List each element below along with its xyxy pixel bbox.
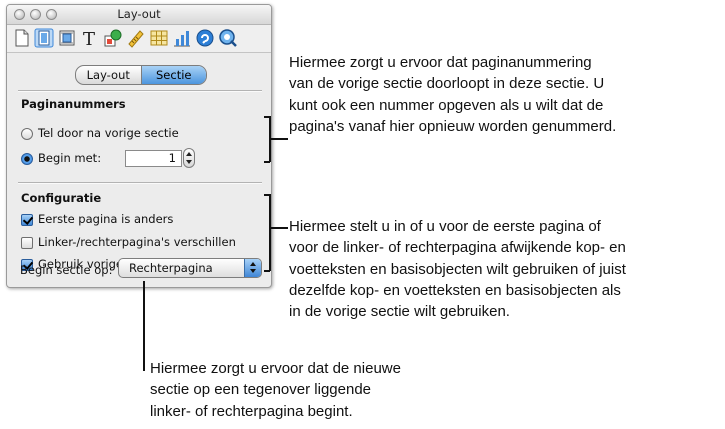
inspector-toolbar: T [7,25,271,53]
table-icon[interactable] [149,28,169,48]
wrap-icon[interactable] [57,28,77,48]
divider [18,182,262,184]
start-at-radio[interactable] [21,153,33,165]
inspector-tabs: Lay-out Sectie [75,65,207,85]
popup-arrows-icon [244,259,261,277]
continue-numbering-label: Tel door na vorige sectie [38,126,179,140]
section-start-value: Rechterpagina [129,261,213,275]
configuration-header: Configuratie [21,191,102,205]
section-start-callout: Hiermee zorgt u ervoor dat de nieuwe sec… [150,360,401,420]
left-right-different-checkbox[interactable] [21,237,33,249]
graphic-icon[interactable] [103,28,123,48]
bracket-line [264,270,270,272]
window-title: Lay-out [117,7,161,21]
page-numbering-callout: Hiermee zorgt u ervoor dat paginanummeri… [289,54,617,135]
svg-text:T: T [83,29,95,48]
stepper-down-icon[interactable] [186,160,192,164]
start-at-stepper[interactable] [183,148,195,168]
page-numbers-header: Paginanummers [21,97,126,111]
start-at-field[interactable]: 1 [125,150,182,167]
tab-section[interactable]: Sectie [140,66,206,84]
bracket-line [264,161,270,163]
callout-leader-line [270,227,288,229]
section-start-popup[interactable]: Rechterpagina [118,258,262,278]
configuration-callout: Hiermee stelt u in of u voor de eerste p… [289,218,626,321]
tab-layout[interactable]: Lay-out [76,66,141,84]
section-start-label: Begin sectie op: [20,263,113,277]
chart-icon[interactable] [172,28,192,48]
inspector-window: Lay-out T Lay-out Sectie Paginanummers T… [6,4,272,288]
first-page-different-label: Eerste pagina is anders [38,212,174,226]
callout-leader-line [270,138,288,140]
first-page-different-checkbox[interactable] [21,214,33,226]
title-bar: Lay-out [7,5,271,25]
continue-numbering-radio[interactable] [21,128,33,140]
bracket-line [269,194,271,271]
divider [18,90,262,92]
document-icon[interactable] [12,28,32,48]
text-icon[interactable]: T [80,28,100,48]
link-icon[interactable] [195,28,215,48]
callout-leader-line [143,281,145,371]
start-at-label: Begin met: [38,151,102,165]
layout-icon[interactable] [34,28,54,48]
left-right-different-label: Linker-/rechterpagina's verschillen [38,235,236,249]
quicktime-icon[interactable] [218,28,238,48]
stepper-up-icon[interactable] [186,152,192,156]
metrics-icon[interactable] [126,28,146,48]
